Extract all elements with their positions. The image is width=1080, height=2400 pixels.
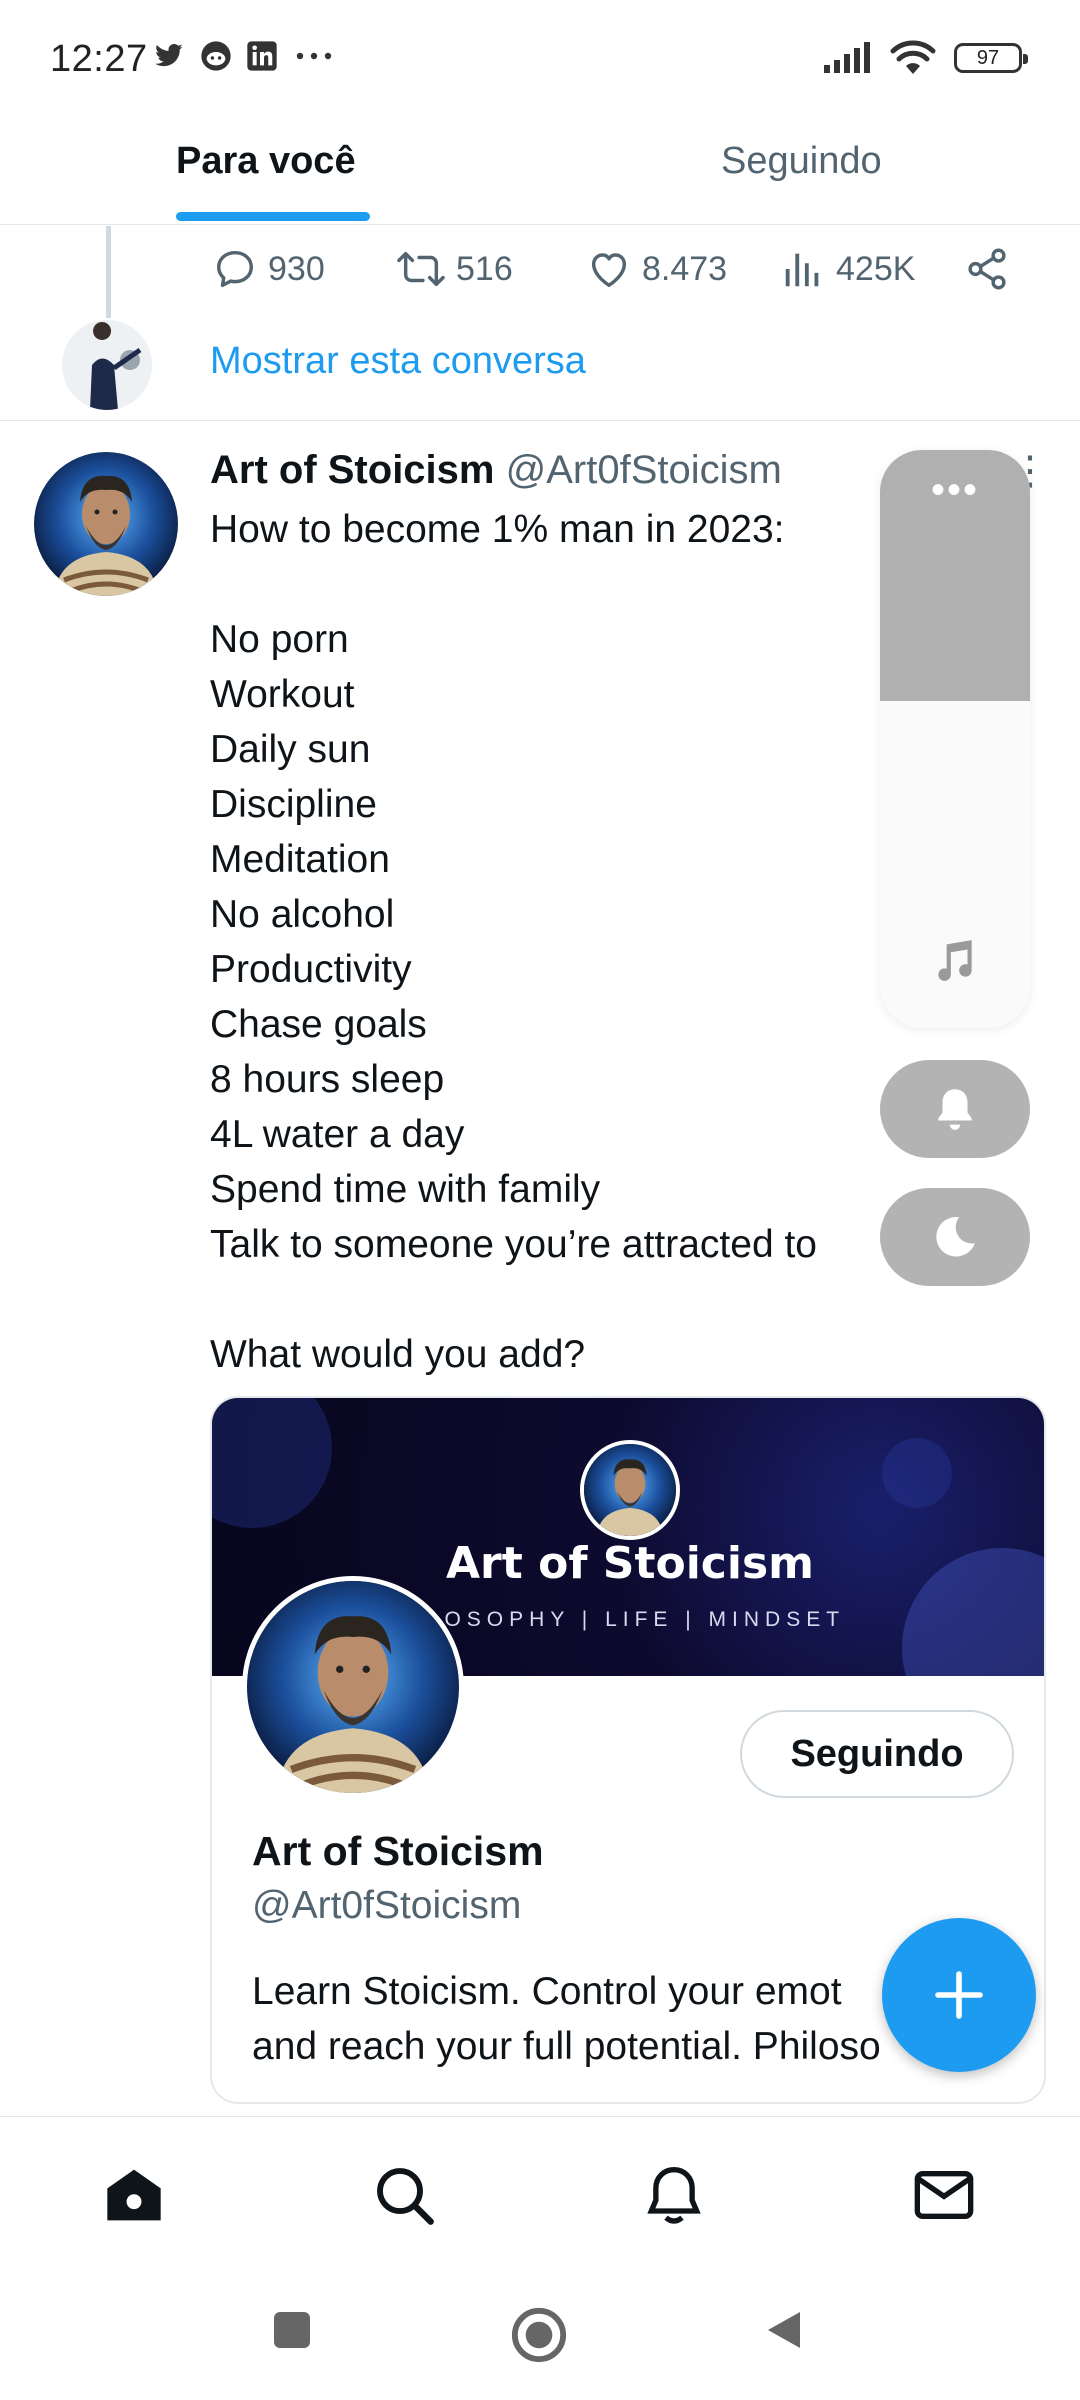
ringer-mode-button[interactable] (880, 1060, 1030, 1158)
system-navigation-bar (0, 2268, 1080, 2400)
more-dots-icon[interactable]: ••• (880, 470, 1030, 510)
card-profile-handle: @Art0fStoicism (252, 1884, 522, 1927)
like-button[interactable]: 8.473 (586, 246, 727, 292)
battery-level: 97 (976, 46, 1000, 69)
following-button[interactable]: Seguindo (740, 1710, 1014, 1798)
music-note-icon (938, 940, 972, 981)
retweet-button[interactable]: 516 (396, 246, 513, 292)
share-button[interactable] (964, 246, 1010, 292)
tweet-closing: What would you add? (210, 1333, 586, 1376)
bell-icon (938, 1089, 972, 1130)
conversation-user-avatar[interactable] (62, 320, 152, 410)
home-circle-icon[interactable] (510, 2306, 568, 2364)
moon-icon (936, 1216, 975, 1257)
retweet-icon (397, 251, 445, 287)
heart-icon (591, 253, 627, 288)
notifications-icon[interactable] (642, 2163, 706, 2227)
tab-for-you[interactable]: Para você (176, 140, 356, 183)
banner-logo (580, 1440, 680, 1540)
reply-button[interactable]: 930 (212, 246, 325, 292)
views-icon (785, 253, 819, 287)
views-count: 425K (836, 249, 916, 288)
banner-bubble (212, 1398, 332, 1528)
signal-icon (824, 42, 870, 73)
views-button[interactable]: 425K (780, 246, 915, 292)
linkedin-icon (247, 41, 277, 71)
tweet-author-avatar[interactable] (34, 452, 178, 596)
messages-icon[interactable] (912, 2163, 976, 2227)
recents-square-icon[interactable] (268, 2306, 316, 2354)
back-triangle-icon[interactable] (760, 2306, 808, 2354)
search-icon[interactable] (372, 2163, 436, 2227)
reply-icon (216, 250, 254, 288)
card-profile-name: Art of Stoicism (252, 1828, 544, 1874)
tweet-author-handle[interactable]: @Art0fStoicism (506, 448, 782, 492)
volume-slider-panel[interactable]: ••• (880, 450, 1030, 1028)
tweet-author-name[interactable]: Art of Stoicism (210, 448, 494, 492)
do-not-disturb-button[interactable] (880, 1188, 1030, 1286)
share-icon (968, 248, 1006, 290)
plus-icon (935, 1971, 983, 2019)
status-time: 12:27 (50, 38, 148, 80)
tweet-divider (0, 420, 1080, 421)
bottom-navigation (0, 2116, 1080, 2268)
tweet-header: Art of Stoicism @Art0fStoicism (210, 448, 782, 493)
twitter-bird-icon (155, 44, 183, 67)
compose-tweet-button[interactable] (882, 1918, 1036, 2072)
home-icon[interactable] (102, 2163, 166, 2227)
card-profile-avatar[interactable] (242, 1576, 464, 1798)
status-bar: 12:27 97 (0, 0, 1080, 120)
tab-following[interactable]: Seguindo (721, 140, 882, 183)
thread-line (106, 226, 111, 318)
timeline-tabs: Para você Seguindo (0, 120, 1080, 225)
retweet-count: 516 (456, 249, 513, 288)
system-status-icons: 97 (822, 40, 1028, 76)
more-dots-icon (296, 52, 332, 60)
show-conversation-link[interactable]: Mostrar esta conversa (210, 340, 586, 383)
wifi-icon (890, 40, 936, 74)
previous-tweet-actions: 930 516 8.473 425K (212, 246, 1032, 302)
active-tab-indicator (176, 212, 370, 221)
battery-icon: 97 (954, 43, 1028, 73)
notification-icons (152, 40, 336, 72)
reddit-icon (201, 41, 231, 71)
banner-bubble (882, 1438, 952, 1508)
like-count: 8.473 (642, 249, 728, 288)
reply-count: 930 (268, 249, 325, 288)
